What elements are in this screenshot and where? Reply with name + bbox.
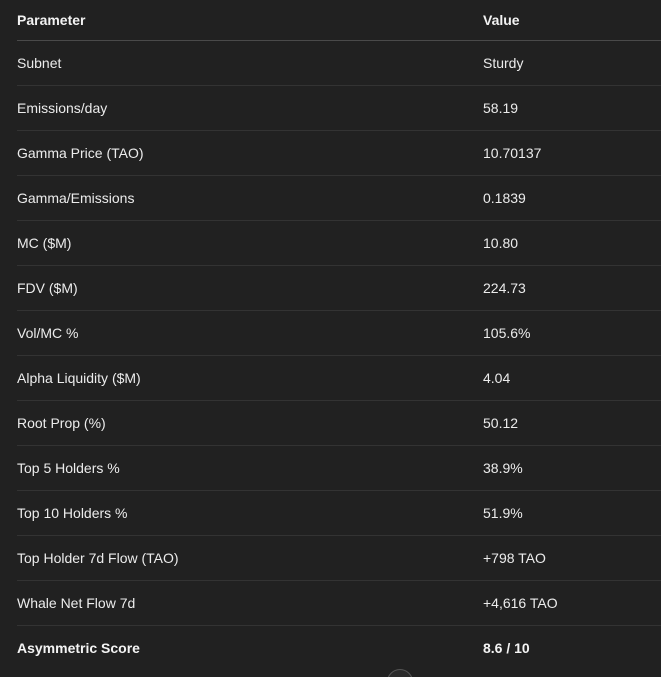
table-row: Top 10 Holders % 51.9% xyxy=(17,490,661,536)
scroll-to-bottom-button[interactable] xyxy=(387,669,413,677)
parameter-cell: Top 10 Holders % xyxy=(17,490,483,536)
value-cell: 10.80 xyxy=(483,220,661,266)
parameter-cell: Vol/MC % xyxy=(17,310,483,356)
value-cell: 0.1839 xyxy=(483,175,661,221)
parameter-cell: Asymmetric Score xyxy=(17,640,140,656)
parameter-cell: MC ($M) xyxy=(17,220,483,266)
parameter-cell: Top Holder 7d Flow (TAO) xyxy=(17,535,483,581)
parameter-cell: FDV ($M) xyxy=(17,265,483,311)
table-row: Top 5 Holders % 38.9% xyxy=(17,445,661,491)
parameter-cell: Gamma/Emissions xyxy=(17,175,483,221)
value-cell: +4,616 TAO xyxy=(483,580,661,626)
parameter-cell: Emissions/day xyxy=(17,85,483,131)
value-cell: Sturdy xyxy=(483,40,661,86)
table-header-row: Parameter Value xyxy=(17,0,661,41)
table-row: Root Prop (%) 50.12 xyxy=(17,400,661,446)
table-row: Gamma Price (TAO) 10.70137 xyxy=(17,130,661,176)
column-header-value: Value xyxy=(483,0,661,41)
parameter-cell: Root Prop (%) xyxy=(17,400,483,446)
table-row: Emissions/day 58.19 xyxy=(17,85,661,131)
value-cell: 8.6 / 10 xyxy=(483,640,530,656)
chat-content-area: Parameter Value Subnet Sturdy Emissions/… xyxy=(0,0,661,677)
column-header-parameter: Parameter xyxy=(17,0,483,41)
parameter-cell: Whale Net Flow 7d xyxy=(17,580,483,626)
parameter-cell: Subnet xyxy=(17,40,483,86)
value-cell: 51.9% xyxy=(483,490,661,536)
parameter-cell: Gamma Price (TAO) xyxy=(17,130,483,176)
table-row: Subnet Sturdy xyxy=(17,40,661,86)
value-cell: 105.6% xyxy=(483,310,661,356)
parameter-cell: Top 5 Holders % xyxy=(17,445,483,491)
table-row-score: Asymmetric Score 8.6 / 10 xyxy=(17,626,661,671)
table-row: FDV ($M) 224.73 xyxy=(17,265,661,311)
value-cell: 58.19 xyxy=(483,85,661,131)
table-row: Top Holder 7d Flow (TAO) +798 TAO xyxy=(17,535,661,581)
value-cell: 50.12 xyxy=(483,400,661,446)
table-row: MC ($M) 10.80 xyxy=(17,220,661,266)
table-row: Gamma/Emissions 0.1839 xyxy=(17,175,661,221)
value-cell: +798 TAO xyxy=(483,535,661,581)
value-cell: 10.70137 xyxy=(483,130,661,176)
parameter-table: Parameter Value Subnet Sturdy Emissions/… xyxy=(17,0,661,670)
table-row: Alpha Liquidity ($M) 4.04 xyxy=(17,355,661,401)
table-row: Vol/MC % 105.6% xyxy=(17,310,661,356)
table-row: Whale Net Flow 7d +4,616 TAO xyxy=(17,580,661,626)
value-cell: 38.9% xyxy=(483,445,661,491)
value-cell: 224.73 xyxy=(483,265,661,311)
parameter-cell: Alpha Liquidity ($M) xyxy=(17,355,483,401)
value-cell: 4.04 xyxy=(483,355,661,401)
